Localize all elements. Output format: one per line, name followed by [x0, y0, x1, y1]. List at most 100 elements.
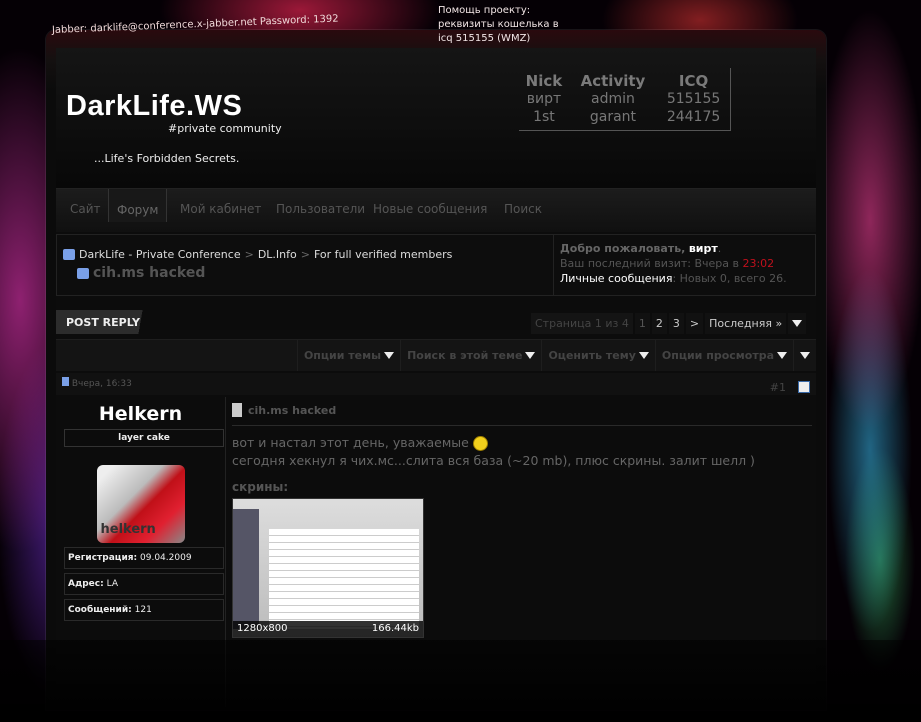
nav-forum[interactable]: Форум	[108, 189, 168, 222]
nav-new-posts[interactable]: Новые сообщения	[365, 199, 495, 219]
screenshot-sidebar	[233, 509, 259, 629]
staff-icq: 244175	[666, 109, 721, 125]
chevron-down-icon	[777, 352, 787, 359]
donate-info: Помощь проекту: реквизиты кошелька в icq…	[438, 4, 559, 46]
attachment-size: 166.44kb	[371, 623, 419, 634]
menu-label: Поиск в этой теме	[407, 349, 523, 362]
welcome-panel: Добро пожаловать, вирт. Ваш последний ви…	[553, 235, 817, 295]
staff-activity: admin	[591, 91, 635, 107]
site-logo[interactable]: DarkLife.WS	[66, 90, 242, 123]
field-label: Регистрация:	[68, 553, 138, 563]
nav-users[interactable]: Пользователи	[268, 199, 373, 219]
page-2[interactable]: 2	[651, 313, 667, 334]
staff-col-activity: Activity	[580, 72, 646, 90]
nav-site[interactable]: Сайт	[62, 199, 109, 219]
page-last[interactable]: Последняя »	[705, 313, 787, 334]
smiley-icon	[472, 436, 488, 451]
more-menu[interactable]	[793, 340, 816, 371]
staff-col-icq: ICQ	[678, 72, 709, 90]
menu-label: Оценить тему	[548, 349, 636, 362]
chevron-down-icon	[384, 352, 395, 359]
staff-row: 1st garant 244175	[519, 108, 730, 126]
chevron-down-icon	[638, 352, 649, 359]
last-visit-time: 23:02	[742, 257, 775, 270]
post-title-text: cih.ms hacked	[248, 403, 337, 417]
site-header: DarkLife.WS #private community ...Life's…	[56, 48, 816, 188]
document-icon	[232, 403, 242, 417]
display-options-menu[interactable]: Опции просмотра	[654, 340, 793, 371]
screens-label: скрины:	[232, 480, 289, 494]
post-reply-button[interactable]: POST REPLY	[56, 310, 160, 334]
search-thread-menu[interactable]: Поиск в этой теме	[400, 340, 541, 371]
page-next[interactable]: >	[685, 313, 704, 334]
nav-my-cabinet[interactable]: Мой кабинет	[172, 199, 269, 219]
breadcrumb: DarkLife - Private Conference > DL.Info …	[56, 234, 816, 296]
main-nav: Сайт Форум Мой кабинет Пользователи Новы…	[56, 188, 816, 232]
post-number[interactable]: #1	[770, 381, 786, 394]
field-label: Сообщений:	[68, 605, 132, 615]
screenshot-attachment[interactable]: 1280x800 166.44kb	[232, 498, 424, 638]
post-line: вот и настал этот день, уважаемые	[232, 435, 469, 450]
staff-nick: 1st	[533, 109, 555, 125]
author-avatar[interactable]: helkern	[96, 465, 185, 543]
post-text: вот и настал этот день, уважаемые сегодн…	[232, 434, 812, 470]
staff-table: Nick Activity ICQ вирт admin 515155 1st …	[519, 68, 731, 131]
donate-line: icq 515155 (WMZ)	[438, 33, 531, 44]
forum-page: DarkLife.WS #private community ...Life's…	[56, 48, 816, 707]
attachment-caption: 1280x800 166.44kb	[233, 621, 423, 637]
private-messages-link[interactable]: Личные сообщения	[560, 272, 672, 285]
reflection-overlay	[0, 640, 921, 722]
page-1: 1	[634, 313, 650, 334]
breadcrumb-path: DarkLife - Private Conference > DL.Info …	[63, 248, 452, 261]
breadcrumb-separator: >	[300, 248, 310, 261]
staff-nick: вирт	[526, 91, 562, 107]
avatar-text: helkern	[100, 522, 156, 537]
chevron-down-icon	[525, 352, 536, 359]
field-label: Адрес:	[68, 579, 104, 589]
thread-title-text: cih.ms hacked	[93, 265, 206, 281]
post-select-checkbox[interactable]	[798, 381, 810, 393]
page-jump-dropdown[interactable]	[788, 313, 807, 334]
post-line: сегодня хекнул я чих.мс...слита вся база…	[232, 453, 755, 468]
welcome-greeting: Добро пожаловать,	[560, 242, 686, 255]
staff-icq: 515155	[666, 91, 721, 107]
site-tagline: #private community	[168, 122, 282, 135]
chevron-down-icon	[792, 320, 803, 327]
field-value: 09.04.2009	[140, 553, 192, 563]
post-header: Вчера, 16:33 #1	[56, 373, 816, 395]
thread-tools: Опции темы Поиск в этой теме Оценить тем…	[56, 339, 816, 371]
thread-options-menu[interactable]: Опции темы	[296, 340, 400, 371]
thread-title: cih.ms hacked	[77, 265, 205, 281]
post-icon	[62, 377, 69, 386]
post-title: cih.ms hacked	[232, 403, 812, 426]
nav-search[interactable]: Поиск	[496, 199, 550, 219]
breadcrumb-link[interactable]: For full verified members	[314, 248, 452, 261]
author-title: layer cake	[64, 429, 224, 447]
author-name[interactable]: Helkern	[56, 403, 225, 425]
breadcrumb-link[interactable]: DarkLife - Private Conference	[79, 248, 241, 261]
screenshot-table	[269, 529, 419, 629]
page-label: Страница 1 из 4	[531, 313, 633, 334]
breadcrumb-separator: >	[244, 248, 254, 261]
site-slogan: ...Life's Forbidden Secrets.	[94, 152, 240, 165]
breadcrumb-link[interactable]: DL.Info	[258, 248, 297, 261]
forum-home-icon[interactable]	[63, 249, 75, 260]
post-body: cih.ms hacked вот и настал этот день, ув…	[232, 403, 812, 638]
menu-label: Опции просмотра	[661, 349, 774, 362]
chevron-down-icon	[800, 352, 810, 359]
last-visit-label: Ваш последний визит: Вчера в	[560, 257, 739, 270]
author-registration: Регистрация: 09.04.2009	[64, 547, 224, 569]
author-address: Адрес: LA	[64, 573, 224, 595]
pagination: Страница 1 из 4 1 2 3 > Последняя »	[531, 313, 807, 334]
thread-icon	[77, 267, 89, 279]
welcome-nick[interactable]: вирт	[689, 242, 718, 255]
page-3[interactable]: 3	[668, 313, 684, 334]
field-value: 121	[134, 605, 152, 615]
author-posts: Сообщений: 121	[64, 599, 224, 621]
rate-thread-menu[interactable]: Оценить тему	[541, 340, 654, 371]
field-value: LA	[106, 579, 118, 589]
staff-activity: garant	[589, 109, 637, 125]
private-messages-count: : Новых 0, всего 26.	[672, 272, 787, 285]
attachment-resolution: 1280x800	[237, 623, 288, 634]
staff-col-nick: Nick	[525, 72, 563, 90]
